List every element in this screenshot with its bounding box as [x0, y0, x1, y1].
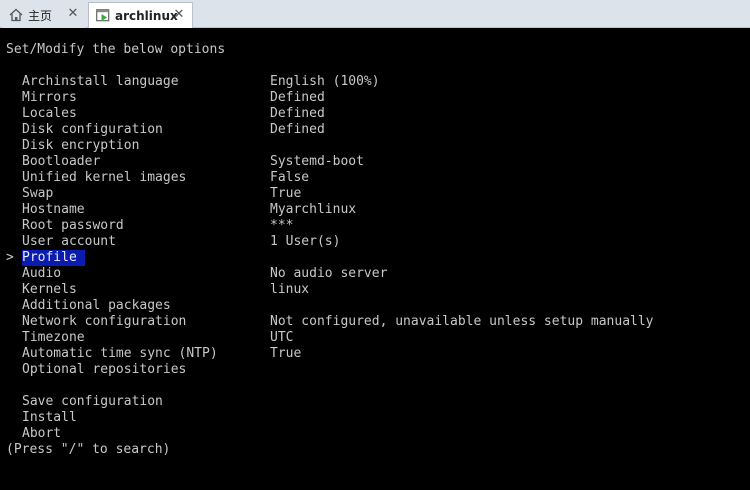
option-value: English (100%) [270, 74, 380, 89]
option-label: Optional repositories [22, 362, 187, 377]
menu-option-disk-encryption[interactable]: Disk encryption [0, 138, 750, 154]
option-label: User account [22, 234, 116, 249]
menu-option-additional-packages[interactable]: Additional packages [0, 298, 750, 314]
option-value: Myarchlinux [270, 202, 357, 217]
option-label: Bootloader [22, 154, 101, 169]
terminal-console[interactable]: Set/Modify the below options Archinstall… [0, 28, 750, 490]
option-value: Not configured, unavailable unless setup… [270, 314, 654, 329]
option-value: Defined [270, 90, 325, 105]
option-label: Automatic time sync (NTP) [22, 346, 218, 361]
option-label: Kernels [22, 282, 77, 297]
option-value: *** [270, 218, 294, 233]
menu-option-locales[interactable]: Locales Defined [0, 106, 750, 122]
tab-home[interactable]: 主页 ✕ [2, 2, 86, 28]
menu-option-disk-configuration[interactable]: Disk configuration Defined [0, 122, 750, 138]
option-value: True [270, 186, 302, 201]
option-label: Audio [22, 266, 62, 281]
menu-option-kernels[interactable]: Kernels linux [0, 282, 750, 298]
option-value: UTC [270, 330, 294, 345]
option-label: Mirrors [22, 90, 77, 105]
option-label: Abort [22, 426, 62, 441]
menu-option-hostname[interactable]: Hostname Myarchlinux [0, 202, 750, 218]
menu-heading: Set/Modify the below options [6, 42, 226, 57]
tab-archlinux[interactable]: archlinux ✕ [88, 2, 193, 28]
option-label: Additional packages [22, 298, 171, 313]
option-label: Hostname [22, 202, 85, 217]
tab-home-label: 主页 [28, 8, 53, 23]
menu-option-user-account[interactable]: User account 1 User(s) [0, 234, 750, 250]
option-label: Unified kernel images [22, 170, 187, 185]
option-label: Disk encryption [22, 138, 140, 153]
menu-option-root-password[interactable]: Root password *** [0, 218, 750, 234]
option-value: False [270, 170, 310, 185]
option-value: Systemd-boot [270, 154, 364, 169]
menu-option-automatic-time-sync-ntp[interactable]: Automatic time sync (NTP) True [0, 346, 750, 362]
option-label: Swap [22, 186, 54, 201]
menu-option-network-configuration[interactable]: Network configuration Not configured, una… [0, 314, 750, 330]
menu-option-install[interactable]: Install [0, 410, 750, 426]
option-label: Install [22, 410, 77, 425]
option-label: Archinstall language [22, 74, 179, 89]
option-value: linux [270, 282, 310, 297]
menu-spacer [0, 378, 750, 394]
menu-option-abort[interactable]: Abort [0, 426, 750, 442]
option-label: Disk configuration [22, 122, 163, 137]
option-label: Root password [22, 218, 124, 233]
menu-option-optional-repositories[interactable]: Optional repositories [0, 362, 750, 378]
close-icon[interactable]: ✕ [172, 8, 186, 22]
menu-option-save-configuration[interactable]: Save configuration [0, 394, 750, 410]
option-label: Save configuration [22, 394, 163, 409]
option-label: Locales [22, 106, 77, 121]
tab-bar: 主页 ✕ archlinux ✕ [0, 0, 750, 28]
menu-option-audio[interactable]: Audio No audio server [0, 266, 750, 282]
option-value: 1 User(s) [270, 234, 341, 249]
option-label: Profile [22, 250, 85, 266]
menu-option-timezone[interactable]: Timezone UTC [0, 330, 750, 346]
close-icon[interactable]: ✕ [66, 7, 80, 21]
option-value: Defined [270, 106, 325, 121]
option-label: Timezone [22, 330, 85, 345]
vm-icon [95, 8, 111, 24]
menu-option-profile[interactable]: > Profile [0, 250, 750, 266]
option-value: Defined [270, 122, 325, 137]
home-icon [8, 7, 24, 23]
search-hint: (Press "/" to search) [6, 442, 171, 457]
menu-option-archinstall-language[interactable]: Archinstall language English (100%) [0, 74, 750, 90]
menu-option-mirrors[interactable]: Mirrors Defined [0, 90, 750, 106]
menu-option-unified-kernel-images[interactable]: Unified kernel images False [0, 170, 750, 186]
menu-option-swap[interactable]: Swap True [0, 186, 750, 202]
tab-archlinux-label: archlinux [115, 8, 178, 23]
option-value: No audio server [270, 266, 388, 281]
option-label: Network configuration [22, 314, 187, 329]
menu-option-bootloader[interactable]: Bootloader Systemd-boot [0, 154, 750, 170]
option-value: True [270, 346, 302, 361]
selection-cursor: > [6, 250, 14, 265]
